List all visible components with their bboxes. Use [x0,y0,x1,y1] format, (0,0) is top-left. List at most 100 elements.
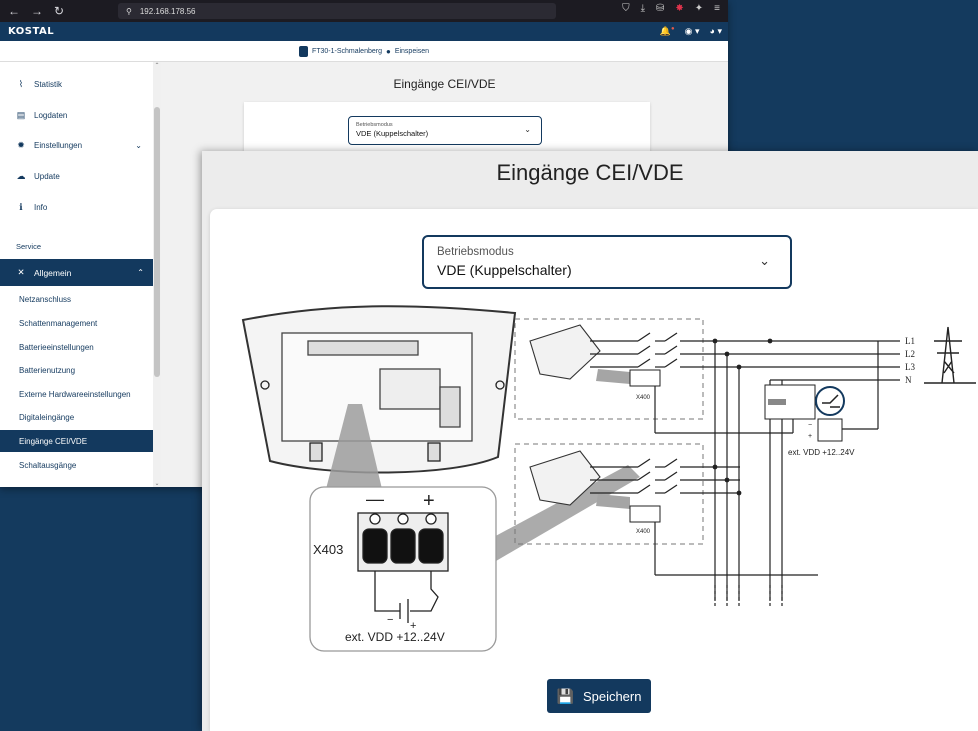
sidebar-item-label: Einstellungen [34,140,83,150]
inverter-module [379,368,441,410]
relay-display [768,399,786,405]
mode-select-label: Betriebsmodus [437,246,514,258]
mode-select-value: VDE (Kuppelschalter) [356,129,429,138]
phase-label-n: N [905,375,912,385]
mode-select[interactable]: Betriebsmodus VDE (Kuppelschalter) ⌄ [422,235,792,289]
scrollbar-thumb[interactable] [154,107,160,377]
address-bar[interactable]: ⚲ 192.168.178.56 [118,3,556,19]
power-supply-box [817,418,843,442]
connector-label: X403 [313,542,343,557]
back-arrow-icon[interactable]: ← [8,4,20,18]
switch-contact [664,484,678,494]
phase-label-l1: L1 [905,336,915,346]
inverter-terminal-strip [307,340,419,356]
sidebar-subitem-externe-hardware[interactable]: Externe Hardwareeinstellungen [0,383,154,405]
switch-contact [664,458,678,468]
switch-contact [664,358,678,368]
search-icon: ⚲ [126,6,132,16]
sidebar-subitem-batterienutzung[interactable]: Batterienutzung [0,359,154,381]
switch-contact [637,345,651,355]
terminal-screw [425,513,437,525]
mode-select-label: Betriebsmodus [356,122,393,128]
chevron-down-icon: ⌄ [135,140,142,150]
psu-label: ext. VDD +12..24V [788,448,855,457]
scroll-down-icon[interactable]: ⌄ [153,480,161,487]
cloud-icon: ☁ [16,170,26,181]
terminal-slot [390,528,416,564]
sidebar-subitem-eingaenge-cei-vde[interactable]: Eingänge CEI/VDE [0,430,154,452]
save-button-label: Speichern [582,688,642,704]
addon-icon[interactable]: ✸ [675,3,683,14]
sidebar-subitem-batterieeinstellungen[interactable]: Batterieeinstellungen [0,336,154,358]
kostal-logo[interactable]: KOSTAL [8,26,54,37]
callout-plus-label: + [423,490,435,512]
sidebar-group-label: Allgemein [34,267,72,278]
reload-icon[interactable]: ↻ [54,4,64,18]
device-status-bar: FT30-1-Schmalenberg ● Einspeisen [0,41,728,62]
junction-dot [767,338,773,344]
terminal-slot [362,528,388,564]
sidebar-item-statistik[interactable]: ⌇ Statistik [0,72,154,96]
relay-switch-circle [815,386,845,416]
floppy-disk-icon: 💾 [556,687,574,704]
extensions-puzzle-icon[interactable]: ✦ [695,3,703,14]
junction-dot [712,338,718,344]
sidebar-item-label: Statistik [34,79,63,89]
forward-arrow-icon[interactable]: → [31,4,43,18]
switch-contact [637,484,651,494]
browser-toolbar: ← → ↻ ⚲ 192.168.178.56 ⛉ ⤓ ⛁ ✸ ✦ ≡ [0,0,728,22]
inverter-foot [309,442,323,462]
sidebar-scrollbar[interactable]: ⌃ ⌄ [153,62,161,487]
supply-label: ext. VDD +12..24V [345,630,445,644]
sidebar-subitem-digitaleingaenge[interactable]: Digitaleingänge [0,406,154,428]
zoomed-content-window: Eingänge CEI/VDE — + X403 − + ext. VDD +… [202,151,978,731]
x400-box-2 [629,505,661,523]
gear-icon: ✹ [17,139,25,150]
zoom-wedge-small [596,369,630,384]
scroll-up-icon[interactable]: ⌃ [153,62,161,69]
menu-icon[interactable]: ≡ [714,3,720,14]
sidebar: ⌇ Statistik ▤ Logdaten ✹ Einstellungen ⌄… [0,62,154,487]
page-title: Eingänge CEI/VDE [496,160,684,185]
sidebar-subitem-schaltausgaenge[interactable]: Schaltausgänge [0,454,154,476]
page-title: Eingänge CEI/VDE [393,77,496,91]
device-name: FT30-1-Schmalenberg [311,47,382,55]
extension-icon[interactable]: ⛁ [656,3,664,14]
terminal-screw [397,513,409,525]
device-mode: Einspeisen [394,47,430,55]
switch-contact [637,358,651,368]
mode-select[interactable]: Betriebsmodus VDE (Kuppelschalter) ⌄ [348,116,542,145]
sidebar-item-einstellungen[interactable]: ✹ Einstellungen ⌄ [0,133,154,157]
sidebar-item-update[interactable]: ☁ Update [0,164,154,188]
info-icon: ℹ [19,201,23,212]
switch-contact [664,332,678,342]
sidebar-subitem-schattenmanagement[interactable]: Schattenmanagement [0,312,154,334]
save-button[interactable]: 💾 Speichern [547,679,651,713]
junction-dot [736,490,742,496]
switch-contact [637,458,651,468]
callout-minus-label: — [366,489,384,509]
phase-label-l3: L3 [905,362,915,372]
junction-dot [724,477,730,483]
inverter-foot [427,442,441,462]
battery-minus-label: − [387,614,393,626]
download-icon[interactable]: ⤓ [641,3,645,14]
app-header: KOSTAL 🔔● ◉ ▾ ◕ ▾ [0,22,728,41]
tools-icon: ✕ [17,267,25,277]
junction-dot [712,464,718,470]
small-inverter-1 [529,324,601,380]
junction-dot [736,364,742,370]
pocket-icon[interactable]: ⛉ [622,3,630,14]
inverter-module-small [439,386,461,428]
notification-icon[interactable]: 🔔● [660,26,675,37]
sidebar-group-allgemein[interactable]: ✕ Allgemein ⌃ [0,259,154,286]
sidebar-item-info[interactable]: ℹ Info [0,195,154,219]
power-pylon-icon [924,326,976,384]
sidebar-subitem-netzanschluss[interactable]: Netzanschluss [0,288,154,310]
language-icon[interactable]: ◉ ▾ [685,26,700,37]
user-icon[interactable]: ◕ ▾ [710,26,722,37]
switch-contact [664,471,678,481]
sidebar-item-logdaten[interactable]: ▤ Logdaten [0,103,154,127]
x400-label-1: X400 [636,395,651,401]
psu-minus: − [808,422,812,429]
